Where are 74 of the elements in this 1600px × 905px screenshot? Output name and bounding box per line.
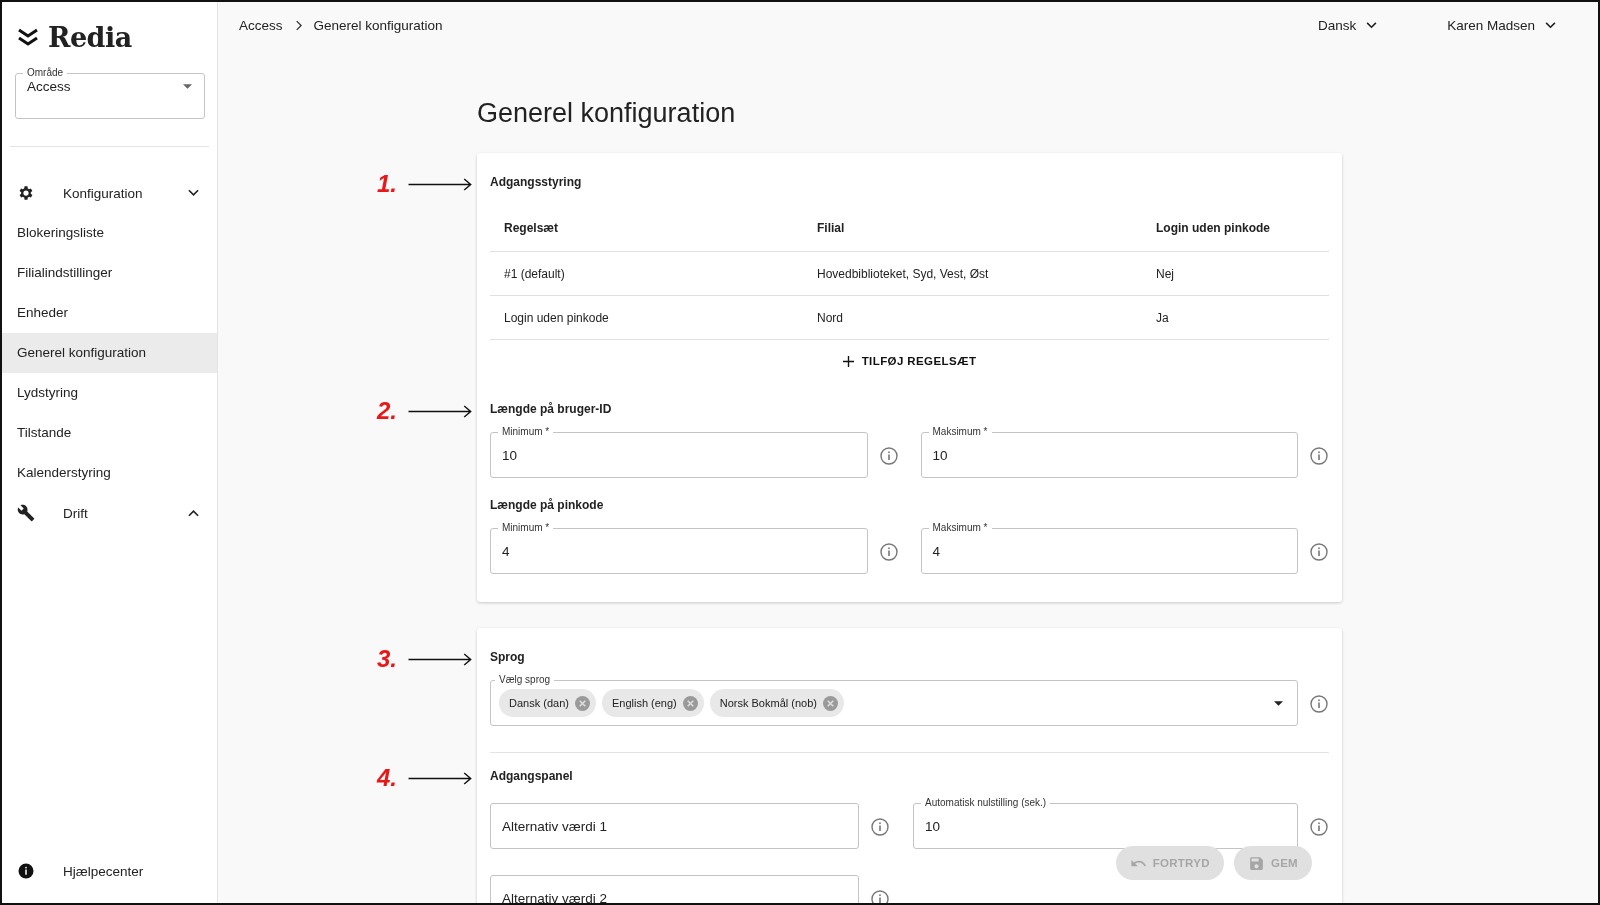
- nav-item[interactable]: Enheder: [2, 293, 217, 333]
- help-center-link[interactable]: Hjælpecenter: [2, 851, 217, 891]
- nav-item[interactable]: Filialindstillinger: [2, 253, 217, 293]
- info-icon[interactable]: [878, 446, 899, 466]
- input-field[interactable]: Maksimum * 4: [920, 522, 1298, 574]
- gear-icon: [17, 184, 35, 202]
- column-header: Filial: [816, 221, 846, 235]
- input-field[interactable]: Minimum * 4: [490, 522, 868, 574]
- table-cell-text: Ja: [1155, 310, 1170, 325]
- info-icon[interactable]: [870, 889, 890, 903]
- user-menu[interactable]: Karen Madsen: [1447, 17, 1556, 33]
- breadcrumb-item[interactable]: Access: [239, 17, 283, 33]
- plus-icon: [842, 355, 854, 367]
- table-cell-text: #1 (default): [503, 266, 566, 281]
- chevron-down-icon: [1545, 21, 1556, 29]
- save-icon: [1247, 854, 1265, 872]
- caret-icon: [1274, 700, 1283, 706]
- annotation-number: 1.: [376, 170, 397, 198]
- table-cell-text: Nord: [816, 310, 844, 325]
- remove-icon[interactable]: [682, 695, 698, 711]
- chevron-down-icon: [1366, 21, 1378, 29]
- annotation-number: 2.: [375, 397, 397, 425]
- language-multiselect[interactable]: Vælg sprog Dansk (dan) English (eng) Norsk Bokmål (nob): [490, 674, 1298, 726]
- nav-item[interactable]: Blokeringsliste: [2, 213, 217, 253]
- nav-group[interactable]: Drift: [2, 493, 217, 533]
- table-cell-text: Login uden pinkode: [503, 310, 610, 325]
- info-icon[interactable]: [1309, 694, 1329, 714]
- add-ruleset-button[interactable]: TILFØJ REGELSÆT: [834, 349, 985, 373]
- info-icon[interactable]: [1309, 817, 1329, 837]
- wrench-icon: [17, 504, 35, 522]
- language-chip[interactable]: English (eng): [601, 689, 704, 717]
- info-icon[interactable]: [870, 817, 890, 837]
- language-chip[interactable]: Norsk Bokmål (nob): [709, 689, 844, 717]
- double-chevron-icon: [16, 27, 40, 48]
- table-cell-text: Nej: [1155, 266, 1175, 281]
- table-cell-text: Hovedbiblioteket, Syd, Vest, Øst: [816, 266, 990, 281]
- input-field[interactable]: Minimum * 10: [490, 426, 868, 478]
- language-chip[interactable]: Dansk (dan): [499, 689, 596, 717]
- language-select[interactable]: Dansk: [1317, 17, 1378, 33]
- chevron-right-icon: [294, 19, 302, 31]
- page-title: Generel konfiguration: [477, 98, 737, 129]
- section-heading: Adgangspanel: [490, 769, 573, 783]
- breadcrumb-item: Generel konfiguration: [313, 17, 443, 33]
- input-field[interactable]: Maksimum * 10: [920, 426, 1298, 478]
- section-heading: Længde på bruger-ID: [490, 402, 612, 416]
- column-header: Regelsæt: [503, 221, 560, 235]
- caret-icon: [183, 84, 192, 89]
- nav-item[interactable]: Generel konfiguration: [2, 333, 217, 373]
- arrow-icon: [407, 404, 475, 418]
- nav-item[interactable]: Lydstyring: [2, 373, 217, 413]
- annotation-number: 4.: [375, 764, 397, 792]
- arrow-icon: [407, 177, 475, 191]
- nav-item[interactable]: Tilstande: [2, 413, 217, 453]
- info-icon: [17, 862, 35, 880]
- area-select[interactable]: Område Access: [15, 67, 205, 119]
- remove-icon[interactable]: [574, 695, 590, 711]
- chevron-icon: [188, 189, 199, 197]
- arrow-icon: [407, 771, 475, 785]
- input-field[interactable]: Alternativ værdi 2: [490, 875, 859, 903]
- nav-group[interactable]: Konfiguration: [2, 173, 217, 213]
- logo-text: Redia: [48, 22, 132, 53]
- section-heading: Længde på pinkode: [490, 498, 604, 512]
- annotation-number: 3.: [376, 645, 397, 673]
- column-header: Login uden pinkode: [1155, 221, 1271, 235]
- nav-item[interactable]: Kalenderstyring: [2, 453, 217, 493]
- remove-icon[interactable]: [822, 695, 838, 711]
- chevron-icon: [188, 509, 199, 517]
- input-field[interactable]: Alternativ værdi 1: [490, 803, 859, 849]
- info-icon[interactable]: [1309, 446, 1329, 466]
- section-heading: Sprog: [490, 650, 525, 664]
- arrow-icon: [407, 652, 475, 666]
- info-icon[interactable]: [878, 542, 899, 562]
- info-icon[interactable]: [1309, 542, 1329, 562]
- section-heading: Adgangsstyring: [490, 175, 582, 189]
